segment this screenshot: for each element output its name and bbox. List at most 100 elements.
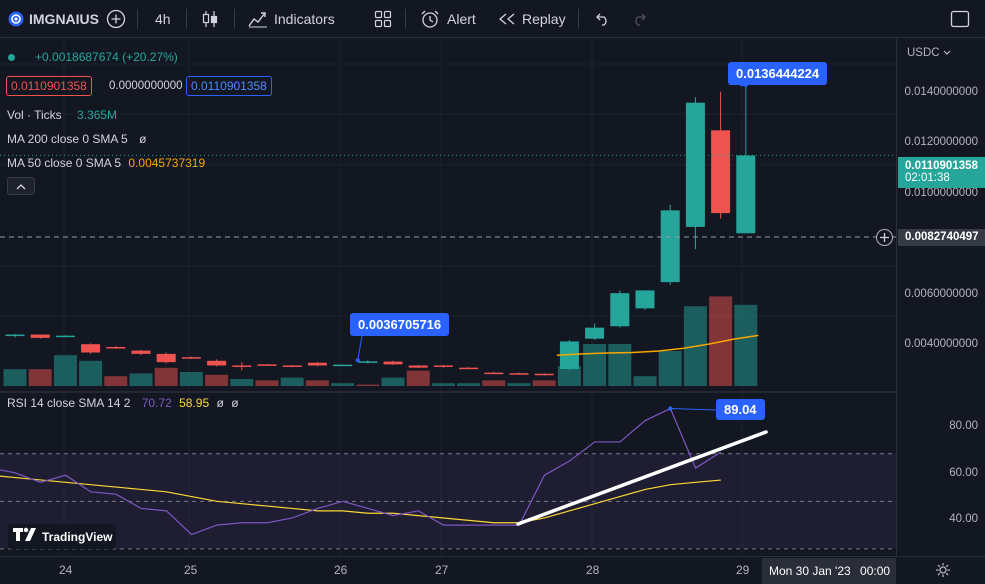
price-axis[interactable]: USDC 0.0140000000 0.0120000000 0.0100000… bbox=[896, 38, 985, 556]
volume-legend: Vol · Ticks 3.365M bbox=[7, 108, 117, 122]
crosshair-time: 00:00 bbox=[860, 564, 891, 578]
candle-body bbox=[635, 290, 655, 309]
candle-body bbox=[131, 350, 151, 354]
volume-bar bbox=[381, 377, 405, 386]
volume-bar bbox=[583, 344, 607, 386]
ma50-legend: MA 50 close 0 SMA 5 0.0045737319 bbox=[7, 156, 205, 170]
volume-bar bbox=[532, 380, 556, 386]
volume-bar bbox=[179, 372, 203, 386]
volume-label: Vol · Ticks bbox=[7, 108, 62, 122]
chart-settings-button[interactable] bbox=[935, 562, 951, 583]
indicators-icon bbox=[248, 10, 268, 28]
rsi-peak-callout[interactable]: 89.04 bbox=[716, 399, 765, 420]
buy-price-pill[interactable]: 0.0110901358 bbox=[186, 76, 272, 96]
sell-price-pill[interactable]: 0.0110901358 bbox=[6, 76, 92, 96]
replay-button[interactable]: Replay bbox=[498, 0, 566, 38]
toolbar-divider bbox=[405, 9, 406, 29]
replay-label: Replay bbox=[522, 11, 566, 27]
tradingview-watermark[interactable]: TradingView bbox=[8, 524, 117, 549]
rsi-peak-marker bbox=[668, 406, 673, 411]
candle-body bbox=[383, 361, 403, 365]
price-tick: 0.0140000000 bbox=[904, 86, 978, 98]
candle-body bbox=[585, 327, 605, 339]
candle-body bbox=[81, 344, 101, 353]
toolbar-divider bbox=[234, 9, 235, 29]
candle-body bbox=[433, 365, 453, 367]
symbol-legend: +0.0018687674 (+20.27%) bbox=[8, 50, 178, 64]
low-price-callout[interactable]: 0.0036705716 bbox=[350, 313, 450, 336]
chart-type-button[interactable] bbox=[201, 0, 219, 38]
last-price: 0.0110901358 bbox=[905, 160, 978, 172]
volume-bar bbox=[205, 374, 229, 386]
alert-button[interactable]: Alert bbox=[420, 0, 476, 38]
currency-selector[interactable]: USDC bbox=[907, 47, 951, 59]
alert-label: Alert bbox=[447, 11, 476, 27]
volume-bar bbox=[457, 383, 481, 386]
volume-bar bbox=[79, 360, 103, 386]
time-tick: 25 bbox=[184, 563, 198, 577]
ma200-value: ø bbox=[139, 132, 147, 146]
volume-bar bbox=[633, 376, 657, 386]
rsi-tick: 40.00 bbox=[949, 513, 978, 525]
compare-symbol-button[interactable] bbox=[106, 0, 126, 38]
volume-bar bbox=[305, 380, 329, 386]
rsi-ma-value: 58.95 bbox=[179, 396, 210, 410]
volume-bar bbox=[53, 355, 77, 386]
time-tick: 26 bbox=[334, 563, 348, 577]
candle-body bbox=[307, 362, 327, 366]
layouts-button[interactable] bbox=[374, 0, 392, 38]
low-price: 0.0036705716 bbox=[358, 317, 442, 332]
spread-value: 0.0000000000 bbox=[109, 80, 183, 92]
candle-body bbox=[257, 364, 277, 366]
candle-body bbox=[736, 155, 756, 234]
volume-bar bbox=[356, 384, 380, 386]
crosshair-price: 0.0082740497 bbox=[905, 231, 979, 243]
indicators-label: Indicators bbox=[274, 11, 335, 27]
collapse-legend-button[interactable] bbox=[7, 177, 35, 195]
interval-button[interactable]: 4h bbox=[155, 0, 171, 38]
candles-icon bbox=[201, 9, 219, 29]
redo-button[interactable] bbox=[631, 0, 649, 38]
countdown: 02:01:38 bbox=[905, 172, 950, 184]
candle-body bbox=[610, 293, 630, 327]
undo-icon bbox=[593, 12, 611, 26]
rsi-pane bbox=[0, 406, 896, 550]
price-tick: 0.0120000000 bbox=[904, 136, 978, 148]
rsi-label: RSI 14 close SMA 14 2 bbox=[7, 396, 131, 410]
candle-body bbox=[106, 346, 126, 349]
time-tick: 24 bbox=[59, 563, 73, 577]
grid-icon bbox=[374, 10, 392, 28]
alarm-clock-icon bbox=[420, 9, 440, 29]
volume-bar bbox=[482, 380, 506, 386]
volume-bar bbox=[331, 383, 355, 386]
symbol-search[interactable]: IMGNAIUS bbox=[8, 0, 107, 38]
crosshair-time-label: Mon 30 Jan '23 00:00 bbox=[762, 558, 896, 584]
candle-body bbox=[534, 373, 554, 376]
watermark-text: TradingView bbox=[42, 529, 113, 544]
chart-pane[interactable] bbox=[0, 38, 896, 556]
time-tick: 28 bbox=[586, 563, 600, 577]
low-marker bbox=[355, 358, 360, 363]
undo-button[interactable] bbox=[593, 0, 611, 38]
candle-body bbox=[484, 372, 504, 375]
fullscreen-button[interactable] bbox=[950, 0, 970, 38]
time-axis[interactable]: 24 25 26 27 28 29 Mon 30 Jan '23 00:00 bbox=[0, 556, 985, 584]
legend-dot-icon bbox=[8, 54, 15, 62]
last-price-label: 0.0110901358 02:01:38 bbox=[898, 157, 985, 188]
candle-body bbox=[333, 364, 353, 367]
add-price-alert-button[interactable] bbox=[876, 229, 893, 246]
volume-bar bbox=[255, 380, 279, 386]
indicators-button[interactable]: Indicators bbox=[248, 0, 335, 38]
price-tick: 0.0040000000 bbox=[904, 338, 978, 350]
candle-body bbox=[232, 365, 252, 367]
low-callout-pointer bbox=[357, 335, 363, 361]
time-tick: 29 bbox=[736, 563, 750, 577]
toolbar-divider bbox=[137, 9, 138, 29]
chevron-down-icon bbox=[943, 47, 951, 59]
top-toolbar: IMGNAIUS 4h Indicators Alert Replay bbox=[0, 0, 985, 38]
candle-body bbox=[660, 210, 680, 283]
high-price-callout[interactable]: 0.0136444224 bbox=[728, 62, 828, 85]
buy-price: 0.0110901358 bbox=[191, 79, 267, 93]
toolbar-divider bbox=[578, 9, 579, 29]
volume-bar bbox=[507, 383, 531, 386]
